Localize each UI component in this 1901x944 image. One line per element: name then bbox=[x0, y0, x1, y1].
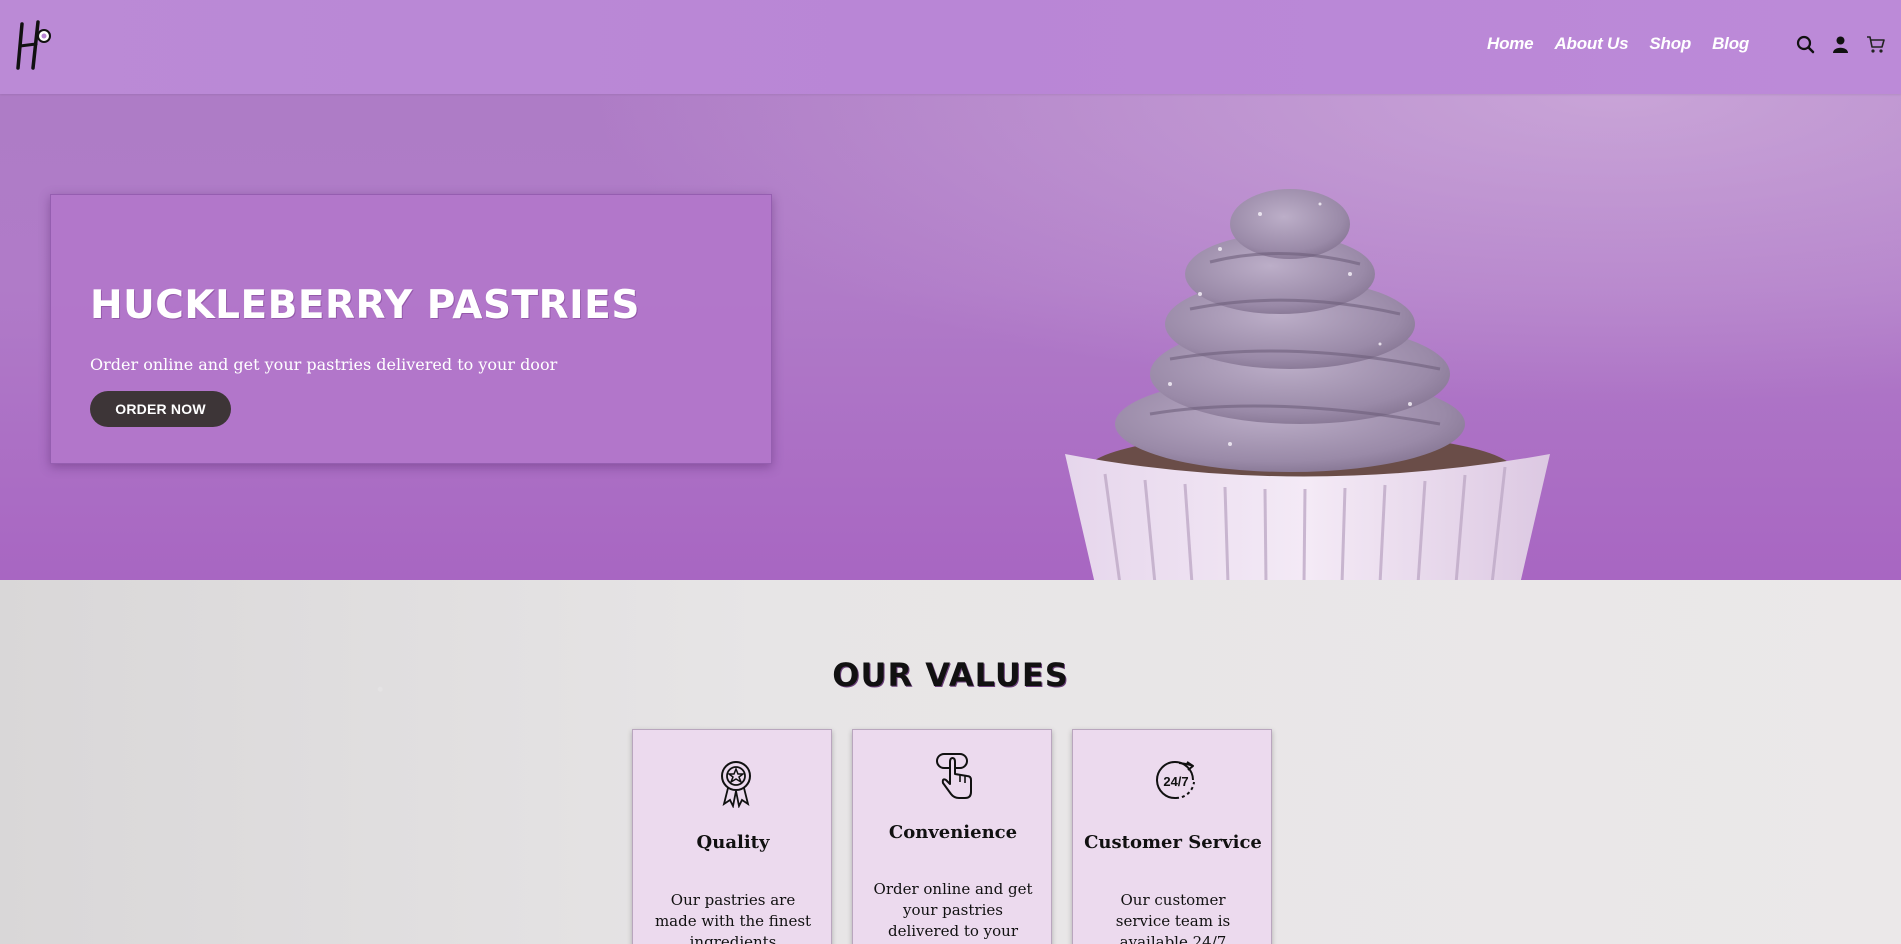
svg-text:24/7: 24/7 bbox=[1163, 774, 1188, 789]
cupcake-image bbox=[1065, 189, 1550, 580]
value-card-text: Our pastries are made with the finest in… bbox=[654, 891, 812, 944]
value-card-text: Our customer service team is available 2… bbox=[1115, 891, 1231, 944]
values-title: Our Values bbox=[832, 656, 1069, 694]
clock-24-7-icon: 24/7 bbox=[1156, 761, 1195, 800]
nav-shop-link[interactable]: Shop bbox=[1649, 34, 1691, 54]
order-now-button[interactable]: ORDER NOW bbox=[90, 391, 231, 427]
values-section: Our Values Quality Our pastries are made… bbox=[0, 580, 1901, 944]
hero-title: Huckleberry Pastries bbox=[90, 283, 640, 328]
value-card-convenience: Convenience Order online and get your pa… bbox=[852, 729, 1052, 944]
hero-card: Huckleberry Pastries Order online and ge… bbox=[50, 194, 772, 464]
value-card-title: Quality bbox=[696, 832, 770, 853]
value-card-title: Customer Service bbox=[1084, 832, 1262, 853]
hero-subtitle: Order online and get your pastries deliv… bbox=[90, 355, 558, 374]
nav-about-link[interactable]: About Us bbox=[1554, 34, 1628, 54]
nav-blog-link[interactable]: Blog bbox=[1712, 34, 1749, 54]
value-card-quality: Quality Our pastries are made with the f… bbox=[632, 729, 832, 944]
search-icon[interactable] bbox=[1795, 34, 1816, 55]
hero-section: Huckleberry Pastries Order online and ge… bbox=[0, 94, 1901, 580]
value-card-text: Order online and get your pastries deliv… bbox=[873, 880, 1033, 944]
main-nav: Home About Us Shop Blog bbox=[1487, 34, 1770, 54]
site-header: Home About Us Shop Blog bbox=[0, 0, 1901, 94]
award-ribbon-icon bbox=[721, 761, 751, 808]
header-icons bbox=[1795, 34, 1886, 55]
cart-icon[interactable] bbox=[1865, 34, 1886, 55]
logo-icon[interactable] bbox=[16, 18, 54, 72]
value-card-title: Convenience bbox=[888, 822, 1018, 843]
nav-home-link[interactable]: Home bbox=[1487, 34, 1534, 54]
tap-hand-icon bbox=[936, 753, 972, 799]
value-card-customer-service: 24/7 Customer Service Our customer servi… bbox=[1072, 729, 1272, 944]
user-icon[interactable] bbox=[1830, 34, 1851, 55]
